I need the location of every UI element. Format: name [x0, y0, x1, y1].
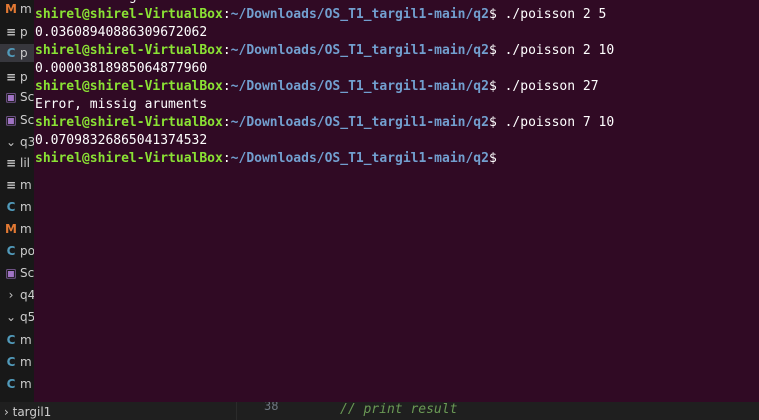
terminal-prompt-line: shirel@shirel-VirtualBox:~/Downloads/OS_…	[35, 6, 606, 24]
sidebar-item-label: Sc	[20, 90, 35, 104]
prompt-user-host: shirel@shirel-VirtualBox	[35, 43, 223, 58]
prompt-path: ~/Downloads/OS_T1_targil1-main/q2	[230, 115, 489, 130]
image-icon: ▣	[5, 266, 17, 280]
prompt-command: ./poisson 7 10	[504, 115, 615, 130]
sidebar-item-label: Sc	[20, 113, 35, 127]
sidebar-item-label: po	[20, 244, 35, 258]
terminal-prompt-line: shirel@shirel-VirtualBox:~/Downloads/OS_…	[35, 114, 614, 132]
prompt-separator: :	[222, 151, 231, 166]
prompt-user-host: shirel@shirel-VirtualBox	[35, 79, 223, 94]
sidebar-item-label: m	[20, 200, 32, 214]
c-file-icon: C	[6, 200, 16, 214]
prompt-command: ./poisson 2 5	[504, 7, 607, 22]
sidebar-item-label: q5	[20, 310, 36, 324]
sidebar-item-label: m	[20, 377, 32, 391]
prompt-symbol: $	[488, 79, 505, 94]
prompt-separator: :	[222, 79, 231, 94]
prompt-path: ~/Downloads/OS_T1_targil1-main/q2	[230, 43, 489, 58]
prompt-path: ~/Downloads/OS_T1_targil1-main/q2	[230, 7, 489, 22]
chevron-down-icon: ⌄	[5, 310, 17, 324]
prompt-separator: :	[222, 115, 231, 130]
image-icon: ▣	[5, 113, 17, 127]
sidebar-item-label: p	[20, 46, 28, 60]
lines-icon: ≡	[5, 156, 17, 170]
sidebar-item-label: Sc	[20, 266, 35, 280]
sidebar-item-label: lil	[20, 156, 31, 170]
prompt-user-host: shirel@shirel-VirtualBox	[35, 7, 223, 22]
sidebar-item-label: p	[20, 70, 28, 84]
terminal-window[interactable]: make: Nothing to be done for 'all'.shire…	[34, 0, 759, 402]
sidebar-item-label: m	[20, 2, 32, 16]
folder-targil1[interactable]: › targil1	[4, 405, 51, 419]
explorer-sidebar: Mm ≡ p Cp ≡ p ▣ Sc ▣ Sc ⌄ q3 ≡ lil ≡ m Cm Mm Cpo ▣ Sc › q4 ⌄ q5 C…	[0, 0, 60, 420]
terminal-output-line: 0.07098326865041374532	[35, 133, 208, 148]
c-file-icon: C	[6, 333, 16, 347]
sidebar-item-label: m	[20, 333, 32, 347]
terminal-output-line: 0.03608940886309672062	[35, 25, 208, 40]
prompt-user-host: shirel@shirel-VirtualBox	[35, 115, 223, 130]
sidebar-item-label: m	[20, 355, 32, 369]
sidebar-item-label: m	[20, 178, 32, 192]
sidebar-item-label: q4	[20, 288, 36, 302]
prompt-command: ./poisson 2 10	[504, 43, 615, 58]
chevron-right-icon: ›	[8, 288, 14, 302]
sidebar-item-label: m	[20, 222, 32, 236]
lines-icon: ≡	[5, 178, 17, 192]
terminal-prompt-line: shirel@shirel-VirtualBox:~/Downloads/OS_…	[35, 78, 599, 96]
sidebar-item-label: q3	[20, 135, 36, 149]
editor-bottom-strip: › targil1 38 // print result	[0, 399, 759, 420]
chevron-down-icon: ⌄	[5, 135, 17, 149]
lines-icon: ≡	[5, 70, 17, 84]
prompt-separator: :	[222, 7, 231, 22]
prompt-path: ~/Downloads/OS_T1_targil1-main/q2	[230, 151, 489, 166]
sidebar-item-label: p	[20, 25, 28, 39]
c-file-icon: C	[6, 355, 16, 369]
terminal-output-line: Error, missig aruments	[35, 97, 208, 112]
code-comment: // print result	[340, 402, 458, 417]
terminal-prompt-line: shirel@shirel-VirtualBox:~/Downloads/OS_…	[35, 42, 614, 60]
c-file-icon: C	[6, 377, 16, 391]
prompt-separator: :	[222, 43, 231, 58]
prompt-symbol: $	[488, 43, 505, 58]
c-file-icon: C	[6, 244, 16, 258]
makefile-icon: M	[5, 222, 17, 236]
lines-icon: ≡	[5, 25, 17, 39]
prompt-symbol: $	[488, 115, 505, 130]
terminal-output-line: 0.00003818985064877960	[35, 61, 208, 76]
terminal-prompt-line: shirel@shirel-VirtualBox:~/Downloads/OS_…	[35, 150, 505, 168]
prompt-symbol: $	[488, 151, 505, 166]
image-icon: ▣	[5, 90, 17, 104]
c-file-icon: C	[6, 46, 16, 60]
prompt-command: ./poisson 27	[504, 79, 599, 94]
prompt-symbol: $	[488, 7, 505, 22]
makefile-icon: M	[5, 2, 17, 16]
prompt-path: ~/Downloads/OS_T1_targil1-main/q2	[230, 79, 489, 94]
prompt-user-host: shirel@shirel-VirtualBox	[35, 151, 223, 166]
